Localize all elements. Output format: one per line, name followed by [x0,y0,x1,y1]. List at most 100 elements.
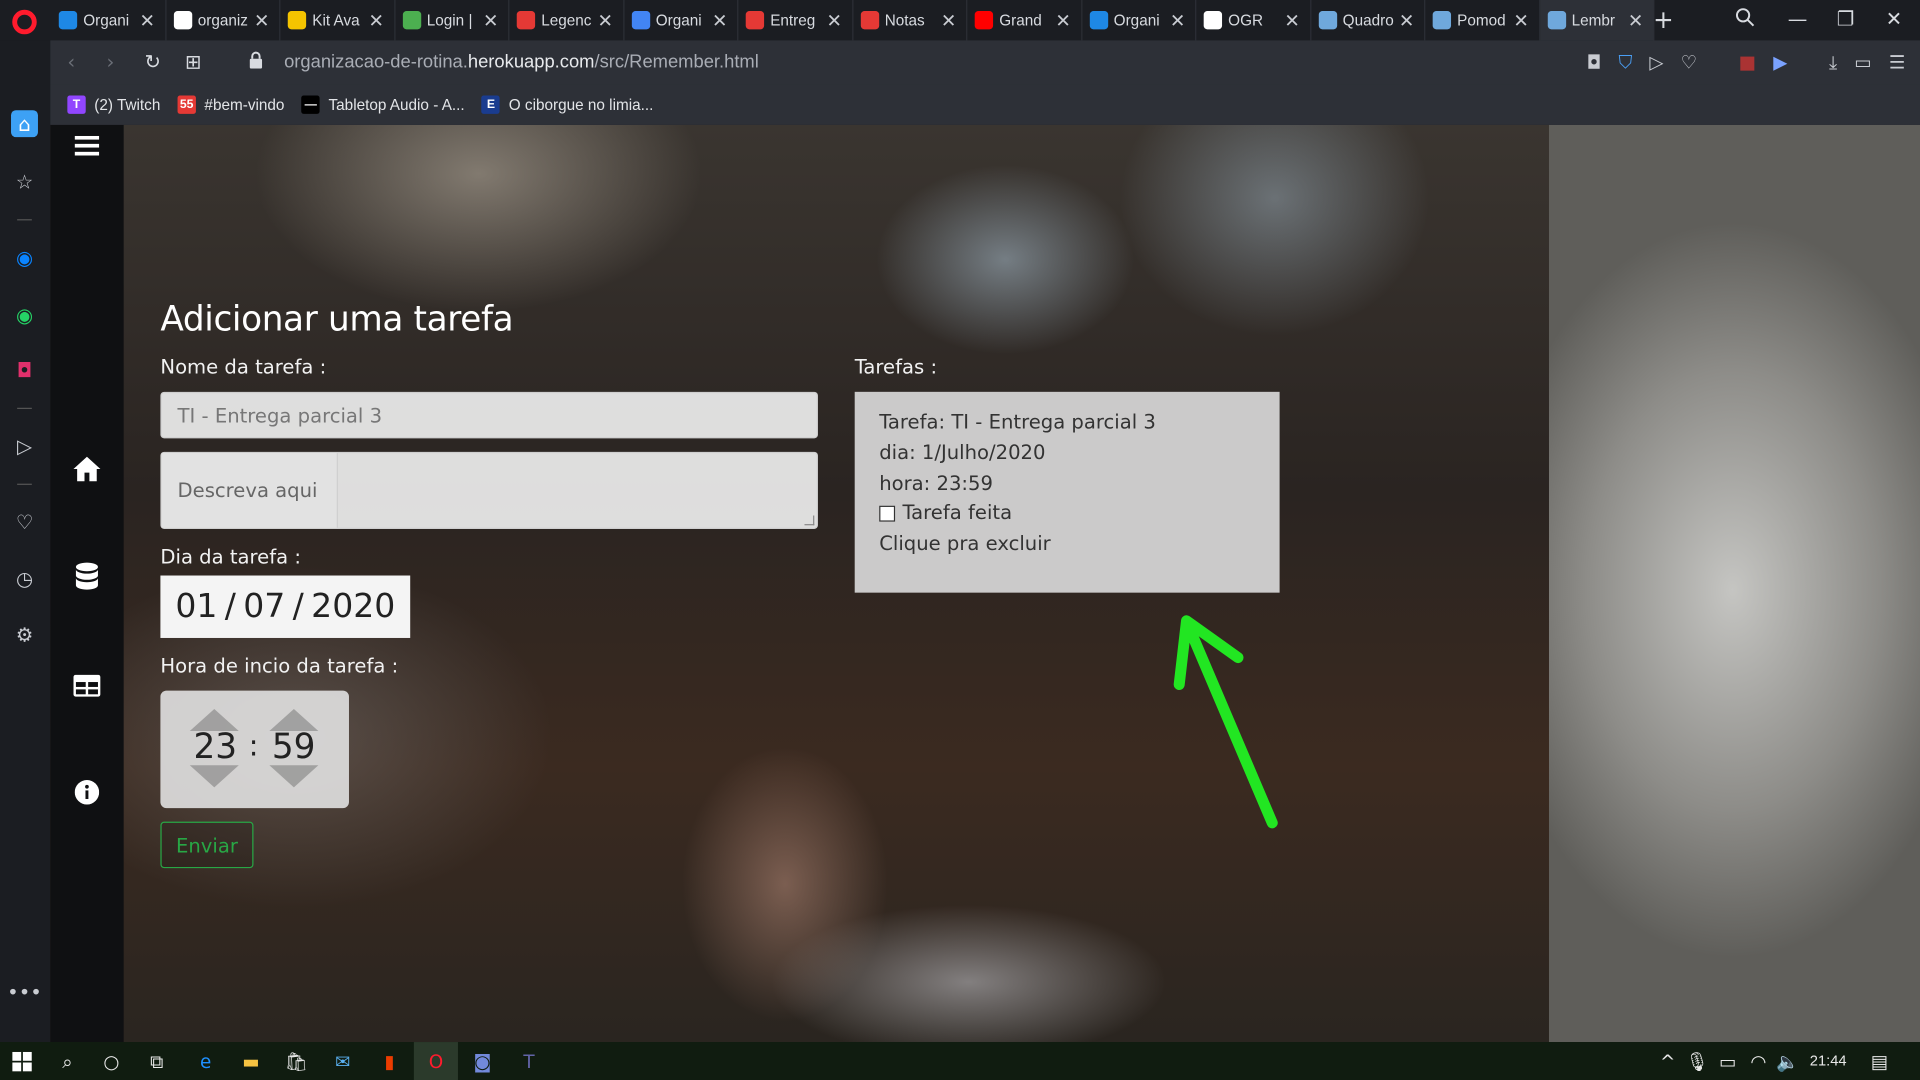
tab-close-icon[interactable]: ✕ [483,10,498,32]
heart-icon[interactable]: ♡ [11,508,38,535]
wifi-icon[interactable]: ◠ [1746,1049,1770,1073]
bookmark-item[interactable]: — Tabletop Audio - A... [301,95,465,114]
home-speed-dial-icon[interactable]: ⌂ [11,110,38,138]
task-done-row[interactable]: Tarefa feita [879,499,1255,529]
browser-tab[interactable]: organiz ✕ [166,0,281,41]
minute-down-arrow-icon[interactable] [269,765,319,788]
browser-tab[interactable]: Organi ✕ [51,0,166,41]
browser-tab[interactable]: Quadro ✕ [1311,0,1426,41]
hamburger-menu-icon[interactable] [72,131,101,160]
date-month[interactable]: 07 [243,588,285,626]
time-hour[interactable]: 23 [193,726,237,766]
date-day[interactable]: 01 [175,588,217,626]
camera-icon[interactable]: ◘ [1587,51,1602,73]
tab-close-icon[interactable]: ✕ [1399,10,1414,32]
browser-tab[interactable]: OGR ✕ [1196,0,1311,41]
table-icon[interactable] [72,671,101,700]
minimize-icon[interactable]: — [1788,7,1808,30]
description-field[interactable]: Descreva aqui [160,451,818,529]
messenger-icon[interactable]: ◉ [11,244,38,271]
task-done-checkbox[interactable] [879,506,896,522]
reload-icon[interactable]: ↻ [144,50,160,73]
browser-tab[interactable]: Kit Ava ✕ [280,0,395,41]
search-tabs-icon[interactable] [1735,7,1755,31]
hour-down-arrow-icon[interactable] [189,765,239,788]
bookmark-item[interactable]: T (2) Twitch [67,95,160,114]
task-done-label[interactable]: Tarefa feita [902,499,1012,529]
easy-setup-icon[interactable]: ☰ [1889,51,1905,73]
tab-close-icon[interactable]: ✕ [368,10,383,32]
extension-cube-icon[interactable]: ■ [1739,51,1756,73]
clock[interactable]: 21:44 [1810,1052,1847,1069]
browser-tab[interactable]: Organi ✕ [624,0,739,41]
search-icon[interactable]: ⌕ [55,1049,79,1073]
submit-button[interactable]: Enviar [160,821,254,869]
tab-close-icon[interactable]: ✕ [254,10,269,32]
opera-taskbar-icon[interactable]: O [424,1049,448,1073]
whatsapp-icon[interactable]: ◉ [11,301,38,328]
settings-gear-icon[interactable]: ⚙ [11,621,38,648]
bookmark-item[interactable]: E O ciborgue no limia... [481,95,653,114]
windows-start-icon[interactable] [10,1049,34,1073]
battery-icon[interactable]: ▭ [1716,1049,1740,1073]
task-view-icon[interactable]: ⧉ [144,1049,168,1073]
mail-icon[interactable]: ✉ [331,1049,355,1073]
extension-flag-icon[interactable]: ▶ [1773,51,1787,73]
new-tab-icon[interactable]: + [1653,5,1674,34]
tab-close-icon[interactable]: ✕ [597,10,612,32]
history-clock-icon[interactable]: ◷ [11,564,38,591]
send-flow-icon[interactable]: ▷ [11,432,38,459]
forward-icon[interactable]: › [107,50,115,73]
resize-handle-icon[interactable] [804,515,815,526]
discord-icon[interactable]: ◙ [470,1049,494,1073]
volume-icon[interactable]: 🔈 [1776,1049,1800,1073]
browser-tab[interactable]: Organi ✕ [1082,0,1197,41]
tab-close-icon[interactable]: ✕ [1513,10,1528,32]
office-icon[interactable]: ▮ [377,1049,401,1073]
task-name-input[interactable]: TI - Entrega parcial 3 [160,391,818,439]
database-icon[interactable] [72,562,101,591]
opera-logo-icon[interactable] [12,9,37,35]
back-icon[interactable]: ‹ [67,50,75,73]
edge-icon[interactable]: e [193,1049,217,1073]
snapshot-icon[interactable]: ▭ [1854,51,1871,73]
browser-tab[interactable]: Legenc ✕ [509,0,624,41]
instagram-icon[interactable]: ◘ [11,356,38,383]
speed-dial-icon[interactable]: ⊞ [185,50,201,73]
browser-tab[interactable]: Lembr ✕ [1539,0,1655,41]
file-explorer-icon[interactable]: ▬ [239,1049,263,1073]
browser-tab[interactable]: Notas ✕ [853,0,968,41]
date-year[interactable]: 2020 [311,588,395,626]
tab-close-icon[interactable]: ✕ [1284,10,1299,32]
tab-close-icon[interactable]: ✕ [941,10,956,32]
restore-icon[interactable]: ❐ [1837,7,1855,30]
info-icon[interactable] [72,778,101,807]
tray-overflow-icon[interactable]: ^ [1656,1049,1680,1073]
home-icon[interactable] [72,454,101,483]
browser-tab[interactable]: Grand ✕ [967,0,1082,41]
url-field[interactable]: organizacao-de-rotina.herokuapp.com/src/… [284,51,759,72]
download-icon[interactable]: ⤓ [1829,51,1837,73]
browser-tab[interactable]: Entreg ✕ [738,0,853,41]
tab-close-icon[interactable]: ✕ [1170,10,1185,32]
more-dots-icon[interactable]: ••• [7,978,42,1005]
send-icon[interactable]: ▷ [1649,51,1663,73]
teams-icon[interactable]: T [517,1049,541,1073]
tab-close-icon[interactable]: ✕ [139,10,154,32]
tab-close-icon[interactable]: ✕ [1055,10,1070,32]
browser-tab[interactable]: Pomod ✕ [1425,0,1540,41]
date-input[interactable]: 01 / 07 / 2020 [160,575,411,638]
vpn-shield-icon[interactable]: ⛉ [1618,51,1632,73]
tab-close-icon[interactable]: ✕ [712,10,727,32]
star-icon[interactable]: ☆ [11,168,38,195]
delete-task-link[interactable]: Clique pra excluir [879,529,1255,559]
tab-close-icon[interactable]: ✕ [826,10,841,32]
store-icon[interactable]: 🛍 [284,1049,308,1073]
tab-close-icon[interactable]: ✕ [1628,10,1643,32]
time-minute[interactable]: 59 [272,726,316,766]
bookmark-item[interactable]: 55 #bem-vindo [177,95,284,114]
browser-tab[interactable]: Login | ✕ [395,0,510,41]
close-window-icon[interactable]: ✕ [1886,7,1902,30]
notifications-icon[interactable]: ▤ [1867,1049,1891,1073]
cortana-icon[interactable]: ○ [99,1049,123,1073]
